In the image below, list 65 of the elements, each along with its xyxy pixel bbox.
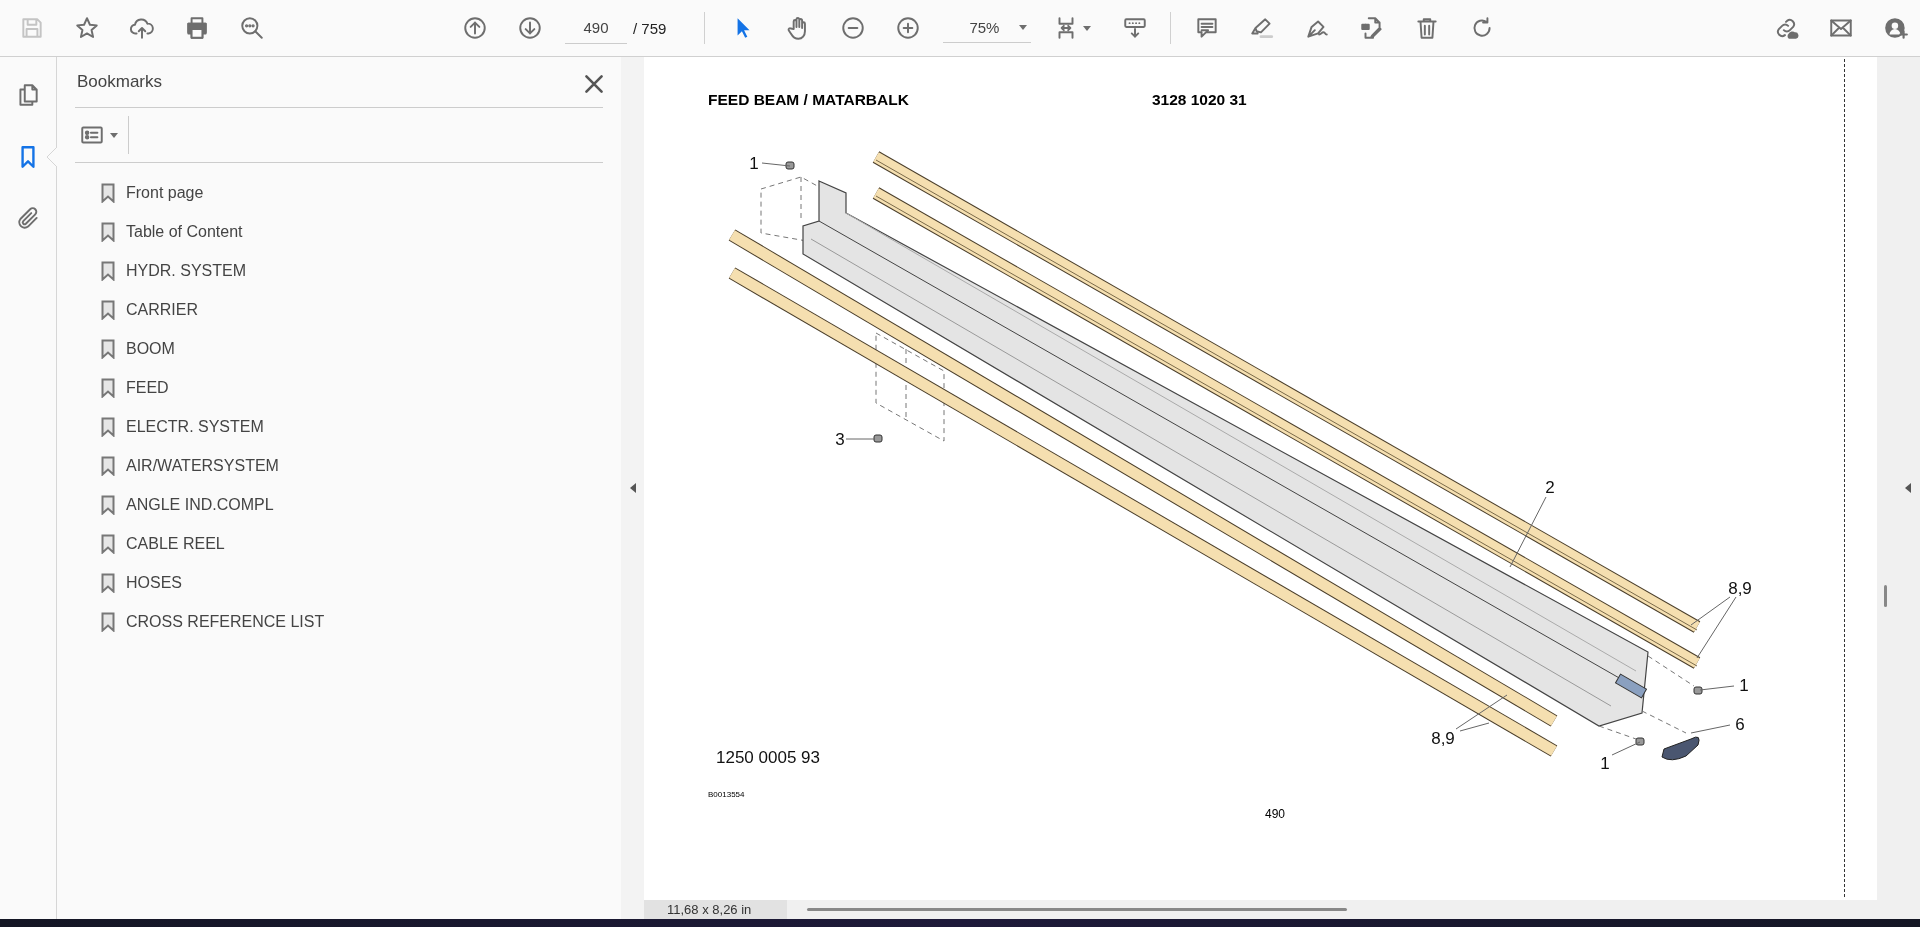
bookmark-item[interactable]: CABLE REEL	[95, 524, 231, 563]
bookmark-item[interactable]: CARRIER	[95, 290, 204, 329]
user-add-icon	[1883, 15, 1909, 41]
cloud-upload-icon	[129, 15, 155, 41]
bookmark-icon	[101, 572, 115, 593]
leader-line	[1509, 496, 1547, 568]
caret-icon	[110, 132, 118, 138]
bookmark-icon	[101, 533, 115, 554]
page-number-field[interactable]: 490	[565, 12, 627, 44]
callout-label: 1	[1739, 676, 1749, 695]
bookmark-icon	[101, 455, 115, 476]
collapse-panel-handle[interactable]	[621, 57, 644, 919]
leader-line	[1611, 741, 1641, 756]
leader-line	[1690, 724, 1731, 734]
bookmark-icon	[101, 182, 115, 203]
caret-icon	[1083, 25, 1092, 31]
callout-label: 8,9	[1728, 579, 1752, 598]
bookmark-item[interactable]: ELECTR. SYSTEM	[95, 407, 270, 446]
zoom-in-icon	[895, 15, 922, 41]
arrow-down-circle-icon	[517, 15, 543, 41]
bookmark-item[interactable]: Table of Content	[95, 212, 249, 251]
bookmark-item[interactable]: HYDR. SYSTEM	[95, 251, 252, 290]
page-total: / 759	[633, 19, 667, 37]
star-icon	[74, 15, 100, 41]
bookmark-icon	[101, 377, 115, 398]
scrollbar-thumb[interactable]	[1884, 585, 1887, 607]
search-icon	[239, 15, 265, 41]
bookmark-item[interactable]: CROSS REFERENCE LIST	[95, 602, 331, 641]
bookmark-icon	[101, 221, 115, 242]
reference-code: B0013554	[708, 790, 745, 799]
zoom-dropdown[interactable]: 75%	[943, 13, 1032, 43]
bookmark-icon	[101, 299, 115, 320]
collapse-arrow-icon[interactable]	[629, 483, 636, 493]
printer-icon	[184, 15, 210, 41]
leader-line	[845, 438, 875, 440]
bookmark-item[interactable]: FEED	[95, 368, 175, 407]
callout-label: 8,9	[1431, 729, 1455, 748]
scrollbar-thumb[interactable]	[807, 908, 1347, 911]
callout-label: 1	[1600, 754, 1610, 773]
bookmark-icon	[101, 494, 115, 515]
bookmark-item[interactable]: BOOM	[95, 329, 181, 368]
callout-label: 1	[749, 154, 759, 173]
leader-line	[1699, 685, 1735, 691]
bookmark-item[interactable]: ANGLE IND.COMPL	[95, 485, 280, 524]
bookmark-item[interactable]: Front page	[95, 173, 210, 212]
bookmark-item[interactable]: HOSES	[95, 563, 188, 602]
panel-title: Bookmarks	[77, 72, 163, 92]
drawing-number: 1250 0005 93	[716, 748, 820, 767]
page-title: FEED BEAM / MATARBALK	[708, 91, 909, 109]
page-size: 11,68 x 8,26 in	[644, 900, 787, 919]
caret-icon	[1019, 25, 1028, 30]
bookmark-icon	[101, 338, 115, 359]
callout-label: 3	[835, 430, 845, 449]
highlighter-icon	[1249, 15, 1276, 41]
callout-label: 6	[1735, 715, 1745, 734]
bookmark-icon	[101, 416, 115, 437]
page-number: 490	[1265, 807, 1286, 821]
leader-line	[761, 162, 791, 167]
zoom-out-icon	[840, 15, 867, 41]
arrow-up-circle-icon	[462, 15, 488, 41]
callout-label: 2	[1545, 478, 1555, 497]
bookmark-item[interactable]: AIR/WATERSYSTEM	[95, 446, 285, 485]
bookmark-icon	[101, 611, 115, 632]
bookmark-icon	[101, 260, 115, 281]
part-number: 3128 1020 31	[1151, 91, 1247, 109]
